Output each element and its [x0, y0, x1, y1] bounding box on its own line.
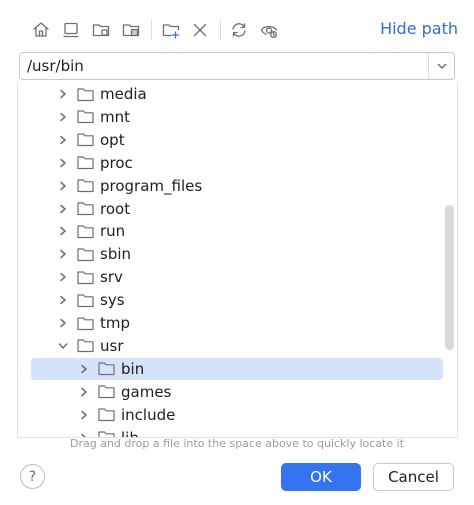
cancel-button[interactable]: Cancel [373, 463, 454, 491]
new-folder-button[interactable] [159, 18, 183, 42]
folder-icon [98, 384, 116, 400]
tree-item-usr[interactable]: usr [31, 335, 443, 357]
tree-item-label: games [121, 382, 172, 401]
desktop-button[interactable] [59, 18, 83, 42]
chevron-right-icon[interactable] [55, 292, 71, 308]
folder-icon [77, 292, 95, 308]
tree-item-program-files[interactable]: program_files [31, 175, 443, 197]
drag-drop-hint: Drag and drop a file into the space abov… [69, 437, 405, 450]
tree-item-tmp[interactable]: tmp [31, 312, 443, 334]
tree-item-label: mnt [100, 107, 130, 126]
project-folder-icon [92, 24, 110, 37]
chevron-right-icon[interactable] [55, 201, 71, 217]
path-field [19, 52, 455, 80]
tree-item-label: program_files [100, 176, 203, 195]
chevron-down-icon [436, 63, 447, 70]
path-history-dropdown[interactable] [428, 53, 454, 79]
desktop-icon [63, 22, 79, 38]
tree-item-mnt[interactable]: mnt [31, 106, 443, 128]
ok-button[interactable]: OK [281, 463, 361, 491]
chevron-right-icon[interactable] [55, 132, 71, 148]
chevron-right-icon[interactable] [55, 269, 71, 285]
module-folder-icon [122, 24, 140, 37]
refresh-button[interactable] [227, 18, 251, 42]
folder-icon [77, 178, 95, 194]
file-tree[interactable]: media mnt opt proc program_filesroot run sbin s… [17, 82, 458, 438]
chevron-right-icon[interactable] [55, 178, 71, 194]
folder-icon [77, 86, 95, 102]
tree-item-label: sys [100, 291, 125, 310]
folder-icon [77, 223, 95, 239]
folder-icon [77, 201, 95, 217]
tree-item-label: run [100, 222, 126, 241]
tree-item-label: proc [100, 153, 133, 172]
tree-item-games[interactable]: games [31, 381, 443, 403]
folder-icon [77, 132, 95, 148]
chevron-right-icon[interactable] [76, 407, 92, 423]
tree-item-label: root [100, 199, 131, 218]
toolbar-separator [151, 20, 152, 40]
show-hidden-icon [260, 25, 278, 38]
chevron-right-icon[interactable] [55, 246, 71, 262]
tree-scrollbar-thumb[interactable] [445, 205, 454, 350]
tree-item-root[interactable]: root [31, 198, 443, 220]
help-button[interactable]: ? [20, 464, 45, 489]
project-folder-button[interactable] [89, 18, 113, 42]
folder-icon [98, 407, 116, 423]
tree-item-media[interactable]: media [31, 83, 443, 105]
module-folder-button[interactable] [119, 18, 143, 42]
new-folder-icon [162, 24, 180, 39]
home-icon [33, 22, 49, 37]
tree-item-label: opt [100, 130, 125, 149]
tree-item-srv[interactable]: srv [31, 266, 443, 288]
folder-icon [77, 315, 95, 331]
folder-icon [77, 155, 95, 171]
tree-item-run[interactable]: run [31, 220, 443, 242]
chevron-right-icon[interactable] [55, 86, 71, 102]
home-button[interactable] [29, 18, 53, 42]
chevron-right-icon[interactable] [55, 155, 71, 171]
tree-item-label: usr [100, 336, 124, 355]
tree-item-label: media [100, 85, 147, 103]
tree-item-label: sbin [100, 245, 132, 264]
folder-icon [77, 269, 95, 285]
toolbar-separator [220, 20, 221, 40]
delete-button[interactable] [188, 18, 212, 42]
delete-icon [193, 23, 207, 37]
hide-path-link[interactable]: Hide path [380, 19, 458, 38]
tree-item-bin[interactable]: bin [31, 357, 443, 380]
tree-item-sbin[interactable]: sbin [31, 243, 443, 265]
tree-item-proc[interactable]: proc [31, 152, 443, 174]
chevron-right-icon[interactable] [76, 361, 92, 377]
refresh-icon [232, 23, 246, 37]
tree-item-label: bin [121, 359, 145, 378]
tree-item-label: srv [100, 268, 123, 287]
tree-item-label: tmp [100, 314, 131, 332]
chevron-right-icon[interactable] [55, 109, 71, 125]
folder-icon [77, 338, 95, 354]
folder-icon [98, 361, 116, 377]
toolbar: Hide path [0, 0, 474, 60]
path-input[interactable] [20, 53, 428, 79]
tree-item-label: include [121, 405, 176, 424]
tree-item-include[interactable]: include [31, 404, 443, 426]
chevron-right-icon[interactable] [55, 223, 71, 239]
folder-icon [77, 109, 95, 125]
tree-item-sys[interactable]: sys [31, 289, 443, 311]
chevron-right-icon[interactable] [55, 315, 71, 331]
folder-icon [77, 246, 95, 262]
tree-item-opt[interactable]: opt [31, 129, 443, 151]
chevron-down-icon[interactable] [55, 338, 71, 354]
chevron-right-icon[interactable] [76, 384, 92, 400]
show-hidden-button[interactable] [257, 18, 281, 42]
